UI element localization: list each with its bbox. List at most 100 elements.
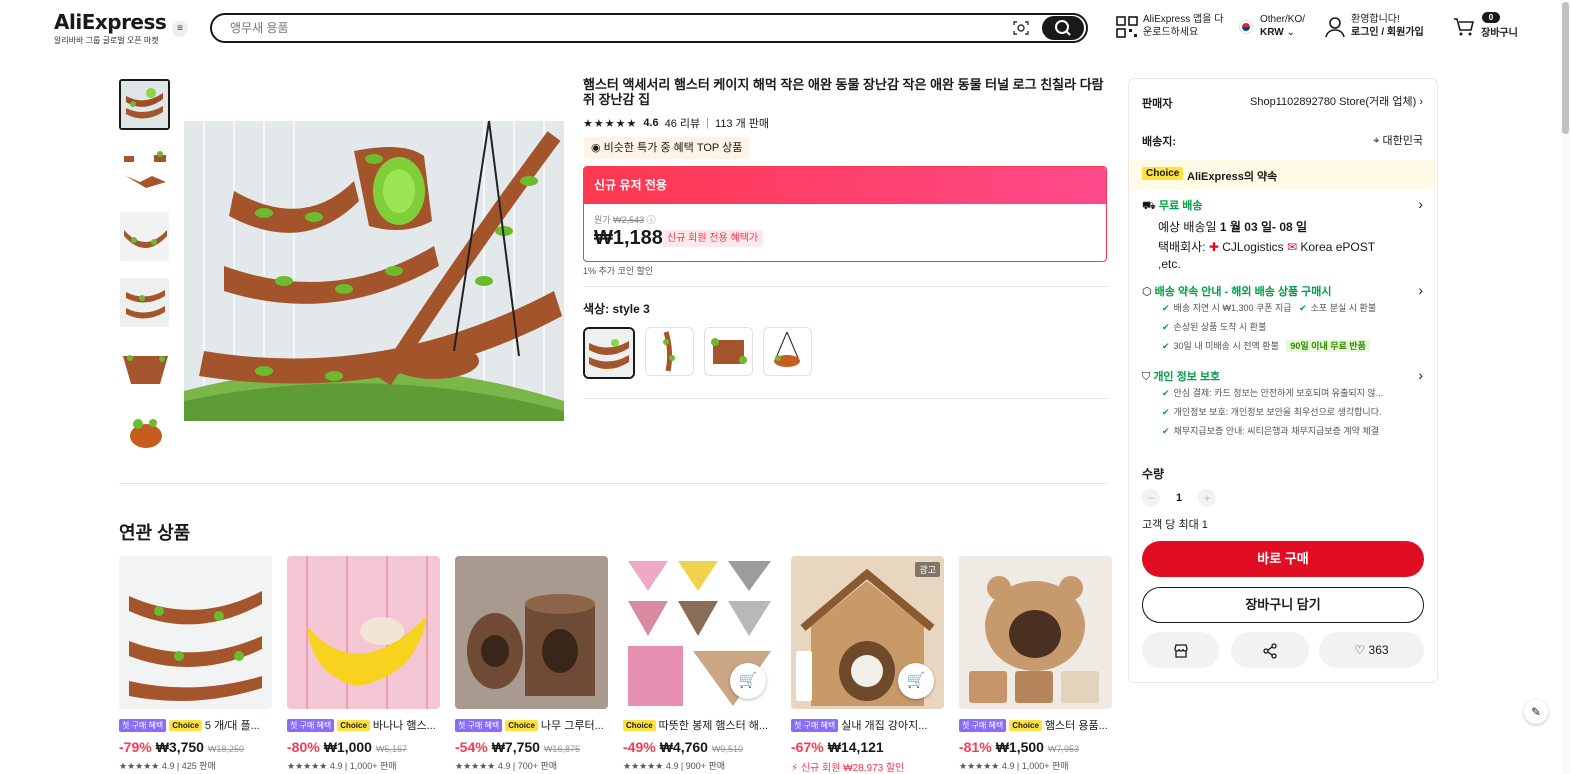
main-product-image[interactable] [184, 121, 564, 421]
info-icon[interactable]: ⓘ [647, 215, 656, 225]
choice-tag: Choice [337, 719, 370, 731]
thumbnail-3[interactable] [119, 211, 170, 262]
sale-price: ₩4,760 [659, 739, 708, 755]
swatch-option-4[interactable] [763, 327, 812, 376]
product-image[interactable] [959, 556, 1112, 709]
ship-to-selector[interactable]: ⌖ 대한민국 [1373, 132, 1423, 148]
related-product-card[interactable]: 첫 구매 혜택 Choice 바나나 햄스... -80% ₩1,000 ₩5,167 … [287, 556, 440, 774]
product-image[interactable]: 광고 🛒 [791, 556, 944, 709]
choice-tag: Choice [1142, 167, 1184, 180]
add-to-cart-icon[interactable]: 🛒 [730, 663, 766, 699]
thumbnail-1[interactable] [119, 79, 170, 130]
related-product-card[interactable]: 🛒 Choice 따뜻한 봉제 햄스터 해... -49% ₩4,760 ₩9,510… [623, 556, 776, 774]
rating-sold: 4.9 | 700+ 판매 [497, 761, 558, 771]
original-price: ₩5,167 [375, 744, 407, 754]
thumbnail-4[interactable] [119, 277, 170, 328]
choice-tag: Choice [1009, 719, 1042, 731]
account-link[interactable]: 환영합니다! 로그인 / 회원가입 [1351, 13, 1424, 39]
region-currency-selector[interactable]: Other/KO/ KRW ⌄ [1260, 13, 1305, 39]
product-image[interactable] [455, 556, 608, 709]
product-image[interactable]: 🛒 [623, 556, 776, 709]
product-image[interactable] [287, 556, 440, 709]
product-name: 첫 구매 혜택 실내 개집 강아지... [791, 717, 944, 733]
product-rating: ★★★★★ 4.9 | 700+ 판매 [455, 761, 558, 771]
chevron-right-icon[interactable]: › [1418, 196, 1423, 212]
check-icon: ✔ [1162, 426, 1170, 436]
user-icon[interactable] [1325, 16, 1345, 38]
aliexpress-logo[interactable]: AliExpress 알리바바 그룹 글로벌 오픈 마켓 [54, 10, 167, 46]
product-name-text: 바나나 햄스... [372, 720, 436, 732]
related-product-card[interactable]: 광고 🛒 첫 구매 혜택 실내 개집 강아지... -67% ₩14,121 ⚡ 신… [791, 556, 944, 774]
product-image[interactable] [119, 556, 272, 709]
app-download-link[interactable]: AliExpress 앱을 다 운로드하세요 [1143, 13, 1223, 39]
new-user-price-tag: 신규 회원 전용 혜택가 [662, 230, 764, 247]
increase-qty-button[interactable]: + [1198, 489, 1217, 507]
swatch-option-2[interactable] [645, 327, 694, 376]
image-search-icon[interactable] [1012, 19, 1030, 37]
privacy-title: 개인 정보 보호 [1153, 371, 1221, 383]
edit-icon[interactable]: ✎ [1524, 700, 1548, 724]
add-to-cart-icon[interactable]: 🛒 [898, 663, 934, 699]
sale-price: ₩1,000 [323, 739, 372, 755]
thumbnail-5[interactable] [119, 343, 170, 394]
check-icon: ✔ [1162, 341, 1170, 351]
quantity-value[interactable]: 1 [1176, 492, 1182, 504]
product-rating: ★★★★★ 4.9 | 900+ 판매 [623, 761, 726, 771]
delivery-promise-row[interactable]: ⬡ 배송 약속 안내 - 해외 배송 상품 구매시 [1142, 283, 1332, 299]
ad-label: 광고 [915, 562, 940, 577]
related-products-grid: 첫 구매 혜택 Choice 5 개/대 플... -79% ₩3,750 ₩18,25… [119, 556, 1112, 774]
menu-icon[interactable]: ≡ [172, 21, 188, 37]
cj-logo-icon: ✚ [1208, 240, 1219, 254]
scrollbar-thumb[interactable] [1562, 2, 1569, 134]
courier-label: 택배회사: [1158, 240, 1206, 254]
buy-now-button[interactable]: 바로 구매 [1142, 541, 1424, 577]
page-scrollbar[interactable] [1561, 0, 1570, 774]
rating-sold: 4.9 | 1,000+ 판매 [329, 761, 397, 771]
original-price: ₩16,875 [543, 744, 580, 754]
qr-code-icon[interactable] [1116, 16, 1138, 38]
chevron-right-icon[interactable]: › [1418, 367, 1423, 383]
original-price-label: 원가 [594, 215, 611, 225]
seller-link[interactable]: Shop1102892780 Store(거래 업체) › [1250, 93, 1423, 109]
review-count[interactable]: 46 리뷰 [665, 115, 701, 131]
related-product-card[interactable]: 첫 구매 혜택 Choice 햄스터 용품... -81% ₩1,500 ₩7,953 … [959, 556, 1112, 774]
free-shipping-row[interactable]: ⛟ 무료 배송 [1142, 197, 1202, 214]
product-rating: ★★★★★ 4.9 | 1,000+ 판매 [959, 761, 1069, 771]
separator: | [706, 117, 710, 129]
search-button[interactable] [1042, 16, 1084, 40]
cart-icon[interactable] [1453, 17, 1475, 37]
product-name-text: 따뜻한 봉제 햄스터 해... [658, 720, 769, 732]
search-input[interactable] [230, 15, 990, 41]
related-product-card[interactable]: 첫 구매 혜택 Choice 나무 그루터... -54% ₩7,750 ₩16,875… [455, 556, 608, 774]
swatch-option-3[interactable] [704, 327, 753, 376]
decrease-qty-button[interactable]: − [1142, 489, 1160, 507]
rating-row: ★★★★★ 4.6 46 리뷰 | 113 개 판매 [583, 115, 769, 131]
cart-label[interactable]: 장바구니 [1481, 27, 1518, 40]
thumbnail-6[interactable] [119, 409, 170, 460]
divider [119, 483, 1107, 484]
related-product-card[interactable]: 첫 구매 혜택 Choice 5 개/대 플... -79% ₩3,750 ₩18,25… [119, 556, 272, 774]
color-swatches [583, 327, 812, 379]
wishlist-button[interactable]: ♡ 363 [1319, 632, 1424, 668]
privacy-row[interactable]: ⛉ 개인 정보 보호 [1142, 368, 1220, 384]
choice-tag: Choice [505, 719, 538, 731]
chevron-right-icon: › [1419, 96, 1423, 108]
welcome-text: 환영합니다! [1351, 14, 1400, 25]
quantity-stepper: − 1 + [1142, 489, 1217, 507]
divider [583, 398, 1107, 399]
check-icon: ✔ [1162, 303, 1170, 313]
chevron-right-icon[interactable]: › [1418, 282, 1423, 298]
promise-item: 배송 지연 시 ₩1,300 쿠폰 지급 [1173, 303, 1292, 313]
product-name: 첫 구매 혜택 Choice 나무 그루터... [455, 717, 608, 733]
share-button[interactable] [1231, 632, 1309, 668]
courier-info: 택배회사: ✚ CJLogistics ✉ Korea ePOST ,etc. [1158, 239, 1378, 273]
thumbnail-2[interactable] [119, 145, 170, 196]
store-button[interactable] [1142, 632, 1219, 668]
product-name-text: 실내 개집 강아지... [841, 720, 928, 732]
privacy-item: 채무지급보증 안내: 씨티은행과 채무지급보증 계약 체결 [1173, 426, 1379, 436]
swatch-style-3[interactable] [583, 327, 635, 379]
logo-text: AliExpress [54, 10, 167, 34]
add-to-cart-button[interactable]: 장바구니 담기 [1142, 587, 1424, 623]
purchase-panel: 판매자 Shop1102892780 Store(거래 업체) › 배송지: ⌖… [1128, 78, 1438, 683]
rating-sold: 4.9 | 1,000+ 판매 [1001, 761, 1069, 771]
